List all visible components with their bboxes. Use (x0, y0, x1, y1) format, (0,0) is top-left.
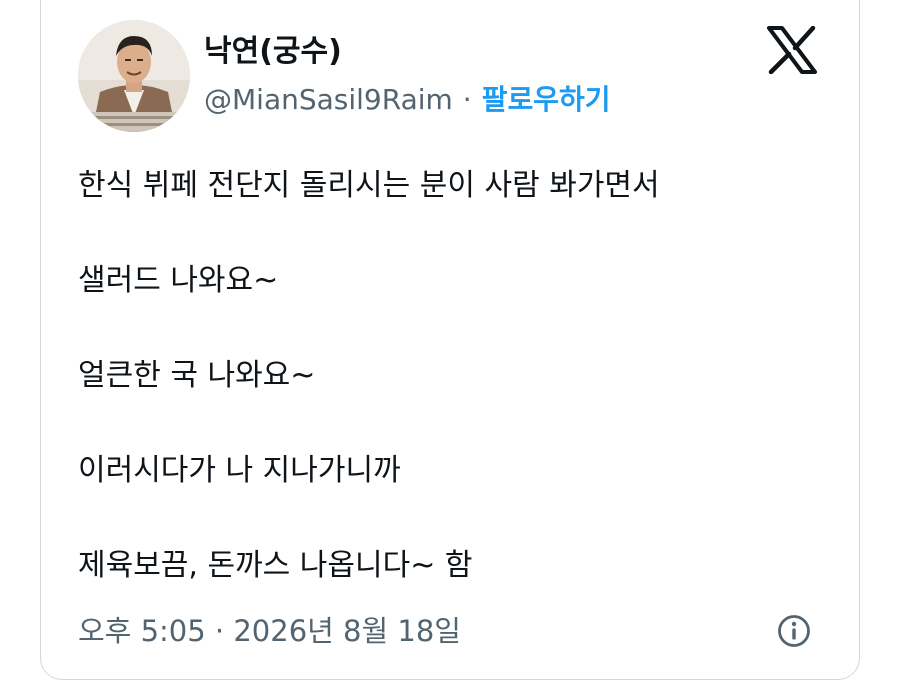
tweet-date: 2026년 8월 18일 (233, 614, 461, 648)
tweet-line: 제육보끔, 돈까스 나옵니다~ 함 (78, 548, 473, 583)
tweet-timestamp[interactable]: 오후 5:05 · 2026년 8월 18일 (78, 612, 461, 650)
tweet-line: 이러시다가 나 지나가니까 (78, 453, 401, 488)
meta-separator: · (214, 614, 225, 648)
avatar[interactable] (78, 20, 190, 132)
display-name[interactable]: 낙연(궁수) (204, 32, 342, 72)
info-circle-icon[interactable] (776, 613, 812, 649)
separator-dot: · (462, 83, 472, 116)
x-logo-icon[interactable] (766, 26, 818, 74)
tweet-line: 한식 뷔페 전단지 돌리시는 분이 사람 봐가면서 (78, 168, 660, 203)
follow-button[interactable]: 팔로우하기 (482, 83, 611, 116)
tweet-line: 샐러드 나와요~ (78, 263, 279, 298)
tweet-time: 오후 5:05 (78, 614, 206, 648)
tweet-line: 얼큰한 국 나와요~ (78, 358, 316, 393)
author-handle[interactable]: @MianSasil9Raim (204, 83, 453, 116)
author-handle-row: @MianSasil9Raim · 팔로우하기 (204, 82, 611, 118)
avatar-image (78, 20, 190, 132)
tweet-text: 한식 뷔페 전단지 돌리시는 분이 사람 봐가면서 샐러드 나와요~ 얼큰한 국… (78, 164, 838, 639)
